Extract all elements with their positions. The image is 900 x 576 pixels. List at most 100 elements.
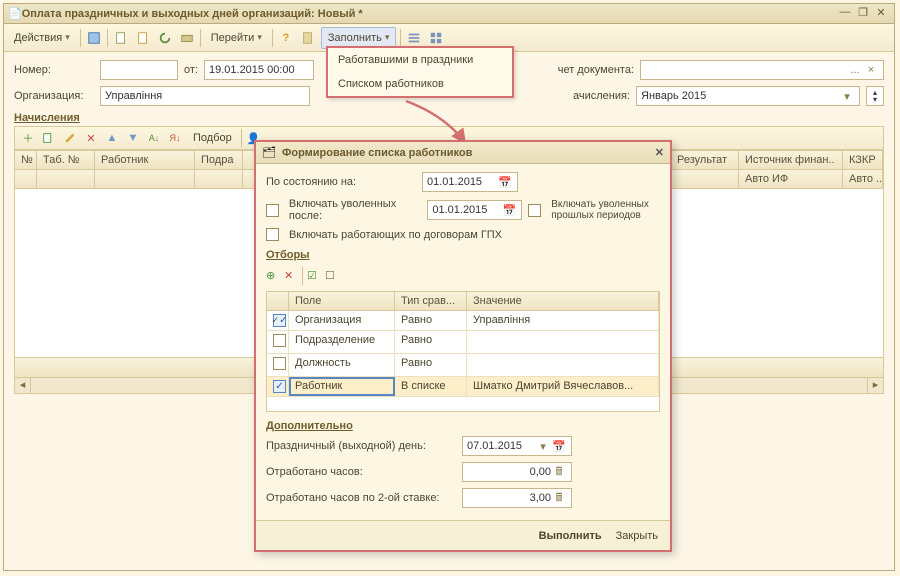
list-icon[interactable]	[405, 29, 423, 47]
doc-icon[interactable]	[112, 29, 130, 47]
window-title: Оплата праздничных и выходных дней орган…	[22, 8, 836, 20]
fcol-field[interactable]: Поле	[289, 292, 395, 310]
col-worker[interactable]: Работник	[95, 151, 195, 169]
inc-gph-checkbox[interactable]	[266, 228, 279, 241]
asof-field[interactable]: 01.01.2015📅	[422, 172, 518, 192]
edit-icon[interactable]	[61, 129, 79, 147]
print-icon[interactable]	[178, 29, 196, 47]
asof-label: По состоянию на:	[266, 176, 416, 188]
col-auto[interactable]: Авто ...	[843, 170, 883, 188]
cell-val	[467, 331, 659, 353]
row-checkbox[interactable]	[273, 357, 286, 370]
org-label: Организация:	[14, 90, 94, 102]
pin-icon[interactable]	[299, 29, 317, 47]
col-num[interactable]: №	[15, 151, 37, 169]
add-filter-icon[interactable]: ⊕	[266, 269, 280, 283]
sort-desc-icon[interactable]: Я↓	[166, 129, 184, 147]
calendar-icon[interactable]: 📅	[497, 176, 513, 189]
up-icon[interactable]: ▲	[103, 129, 121, 147]
delete-icon[interactable]: ✕	[82, 129, 100, 147]
delete-filter-icon[interactable]: ✕	[284, 269, 298, 283]
menu-worked-holidays[interactable]: Работавшими в праздники	[328, 48, 512, 72]
doc2-icon[interactable]	[134, 29, 152, 47]
filter-header: Поле Тип срав... Значение	[267, 292, 659, 311]
doc-field[interactable]: ...×	[640, 60, 884, 80]
from-label: от:	[184, 64, 198, 76]
calendar-icon[interactable]: 📅	[501, 204, 517, 217]
inc-fired-checkbox[interactable]	[266, 204, 279, 217]
hours2-value: 3,00	[467, 492, 551, 504]
sort-asc-icon[interactable]: A↓	[145, 129, 163, 147]
from-field[interactable]: 19.01.2015 00:00	[204, 60, 314, 80]
row-checkbox[interactable]: ✓	[273, 314, 286, 327]
col-result[interactable]: Результат	[671, 151, 739, 169]
col-subdiv[interactable]: Подра	[195, 151, 243, 169]
org-field[interactable]: Управління	[100, 86, 310, 106]
col-kzkr[interactable]: КЗКР	[843, 151, 883, 169]
check-all-icon[interactable]: ☑	[307, 269, 321, 283]
fcol-chk[interactable]	[267, 292, 289, 310]
filter-row[interactable]: Работник В списке Шматко Дмитрий Вячесла…	[267, 377, 659, 397]
separator	[200, 29, 201, 47]
uncheck-all-icon[interactable]: ☐	[325, 269, 339, 283]
ellipsis-icon[interactable]: ...	[847, 64, 863, 76]
col-source[interactable]: Источник финан..	[739, 151, 843, 169]
podbor-button[interactable]: Подбор	[187, 127, 238, 149]
menu-worker-list[interactable]: Списком работников	[328, 72, 512, 96]
separator	[272, 29, 273, 47]
dialog-close-icon[interactable]: ✕	[655, 146, 664, 159]
add-icon[interactable]: ＋	[19, 129, 37, 147]
save-icon[interactable]	[85, 29, 103, 47]
dropdown-icon[interactable]: ▾	[535, 440, 551, 453]
scroll-right-icon[interactable]: ▸	[867, 378, 883, 393]
add-group-icon[interactable]	[40, 129, 58, 147]
maximize-button[interactable]: ❐	[854, 6, 872, 22]
asof-value: 01.01.2015	[427, 176, 497, 188]
calc-icon[interactable]: 🖩	[551, 463, 567, 482]
filter-row[interactable]: Должность Равно	[267, 354, 659, 377]
period-field[interactable]: Январь 2015▾	[636, 86, 860, 106]
calc-icon[interactable]: 🖩	[551, 489, 567, 508]
dropdown-icon[interactable]: ▾	[839, 90, 855, 103]
dialog-title: Формирование списка работников	[282, 147, 649, 159]
hours2-field[interactable]: 3,00🖩	[462, 488, 572, 508]
hours1-field[interactable]: 0,00🖩	[462, 462, 572, 482]
inc-fired-prev-label: Включать уволенных прошлых периодов	[551, 199, 660, 221]
row-checkbox[interactable]	[273, 380, 286, 393]
cell-op: Равно	[395, 354, 467, 376]
refresh-icon[interactable]	[156, 29, 174, 47]
inc-fired-field[interactable]: 01.01.2015📅	[427, 200, 522, 220]
fill-dropdown: Работавшими в праздники Списком работник…	[326, 46, 514, 98]
goto-menu[interactable]: Перейти	[205, 27, 268, 49]
help-icon[interactable]: ?	[277, 29, 295, 47]
calendar-icon[interactable]: 📅	[551, 440, 567, 453]
separator	[107, 29, 108, 47]
row-checkbox[interactable]	[273, 334, 286, 347]
number-field[interactable]	[100, 60, 178, 80]
down-icon[interactable]: ▼	[124, 129, 142, 147]
dialog-footer: Выполнить Закрыть	[256, 520, 670, 550]
minimize-button[interactable]: —	[836, 6, 854, 22]
cell-field: Работник	[289, 377, 395, 396]
grid-icon[interactable]	[427, 29, 445, 47]
period-value: Январь 2015	[641, 90, 839, 102]
fcol-op[interactable]: Тип срав...	[395, 292, 467, 310]
fcol-val[interactable]: Значение	[467, 292, 659, 310]
cell-val: Управління	[467, 311, 659, 330]
filter-row[interactable]: ✓ Организация Равно Управління	[267, 311, 659, 331]
close-button[interactable]: Закрыть	[616, 530, 658, 542]
spinner-field[interactable]: ▴▾	[866, 86, 884, 106]
inc-fired-prev-checkbox[interactable]	[528, 204, 541, 217]
holiday-field[interactable]: 07.01.2015▾📅	[462, 436, 572, 456]
col-tabnum[interactable]: Таб. №	[37, 151, 95, 169]
filter-row[interactable]: Подразделение Равно	[267, 331, 659, 354]
scroll-left-icon[interactable]: ◂	[15, 378, 31, 393]
doc-label: чет документа:	[558, 64, 634, 76]
actions-menu[interactable]: Действия	[8, 27, 76, 49]
run-button[interactable]: Выполнить	[539, 530, 602, 542]
clear-icon[interactable]: ×	[863, 64, 879, 76]
inc-fired-label: Включать уволенных после:	[289, 198, 421, 222]
close-button[interactable]: ✕	[872, 6, 890, 22]
separator	[302, 267, 303, 285]
col-autoif[interactable]: Авто ИФ	[739, 170, 843, 188]
